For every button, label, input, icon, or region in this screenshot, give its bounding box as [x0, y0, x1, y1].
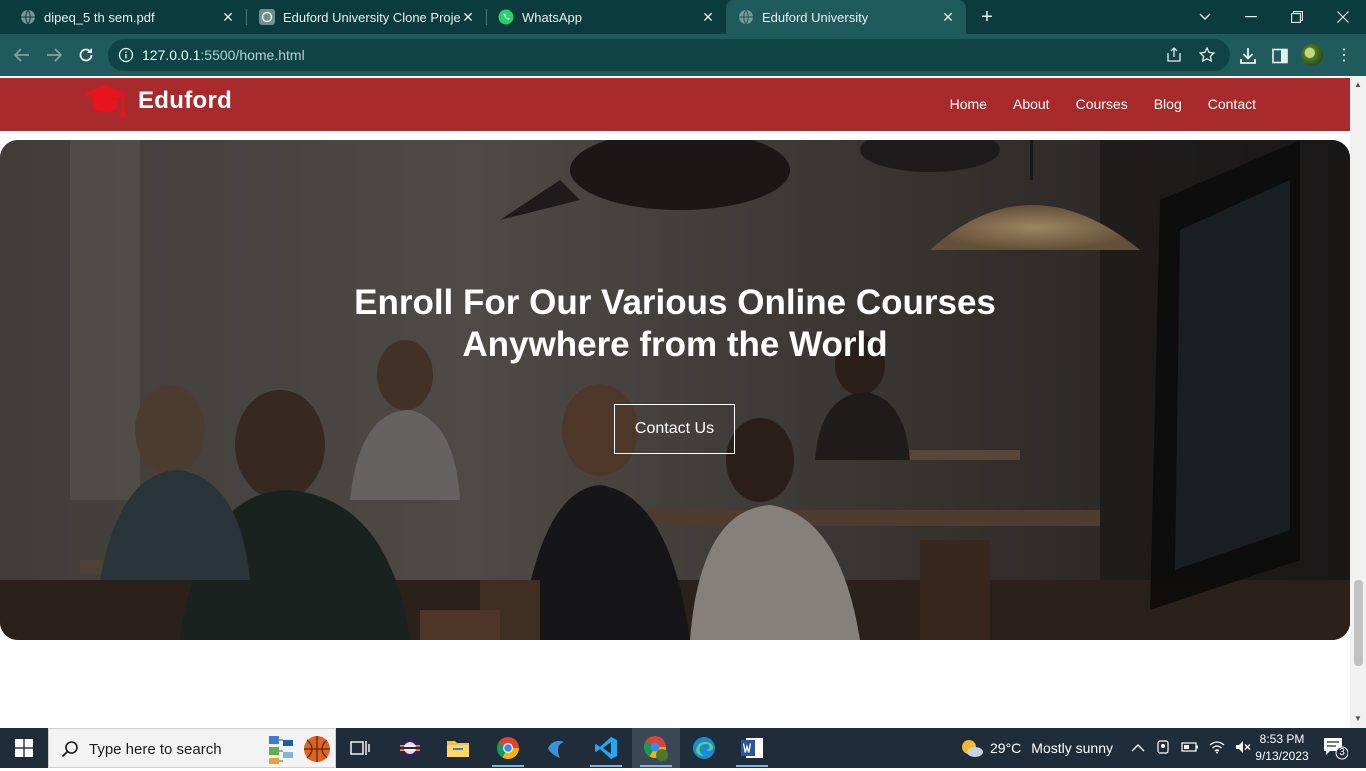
taskbar-search-box[interactable]: Type here to search — [48, 728, 336, 768]
eclipse-app-icon[interactable] — [386, 728, 434, 768]
chrome-profile-app-icon[interactable] — [632, 728, 680, 768]
site-logo[interactable]: Eduford — [82, 82, 232, 120]
nav-link-home[interactable]: Home — [950, 96, 987, 112]
forward-arrow-icon[interactable] — [42, 43, 66, 67]
new-tab-button[interactable]: + — [976, 6, 998, 28]
menu-kebab-icon[interactable]: ⋮ — [1336, 46, 1352, 66]
contact-us-button[interactable]: Contact Us — [614, 404, 735, 454]
tab-title: WhatsApp — [522, 9, 582, 25]
page-scrollbar[interactable]: ▲ ▼ — [1350, 76, 1366, 728]
address-bar[interactable]: 127.0.0.1:5500/home.html — [108, 39, 1230, 71]
weather-widget[interactable]: 29°C Mostly sunny — [960, 728, 1113, 768]
clock-time: 8:53 PM — [1259, 732, 1305, 746]
site-navbar: Eduford Home About Courses Blog Contact — [0, 78, 1350, 131]
side-panel-icon[interactable] — [1270, 46, 1290, 66]
reload-icon[interactable] — [74, 43, 98, 67]
weather-temperature: 29°C — [990, 740, 1022, 756]
chatgpt-icon — [259, 9, 275, 25]
scrollbar-thumb[interactable] — [1354, 580, 1363, 666]
vscode-app-icon[interactable] — [582, 728, 630, 768]
close-icon[interactable]: ✕ — [220, 9, 236, 25]
hero-heading: Enroll For Our Various Online Courses An… — [0, 282, 1350, 366]
tab-search-chevron-icon[interactable] — [1182, 0, 1228, 34]
download-icon[interactable] — [1238, 46, 1258, 66]
battery-icon[interactable] — [1181, 740, 1199, 757]
blue-arrow-app-icon[interactable] — [532, 728, 580, 768]
tab-eduford-clone[interactable]: Eduford University Clone Project ✕ — [246, 0, 487, 34]
globe-icon — [20, 9, 36, 25]
hero-heading-line-1: Enroll For Our Various Online Courses — [354, 283, 996, 322]
profile-avatar[interactable] — [1301, 44, 1323, 66]
restore-button[interactable] — [1274, 0, 1320, 34]
close-window-button[interactable] — [1320, 0, 1366, 34]
search-placeholder: Type here to search — [89, 741, 222, 758]
site-nav: Home About Courses Blog Contact — [924, 96, 1256, 112]
tab-title: dipeq_5 th sem.pdf — [44, 9, 155, 25]
browser-tab-strip: dipeq_5 th sem.pdf ✕ Eduford University … — [0, 0, 1366, 34]
minimize-button[interactable] — [1228, 0, 1274, 34]
system-tray — [1131, 728, 1251, 768]
chevron-up-icon[interactable] — [1131, 740, 1145, 756]
nav-link-contact[interactable]: Contact — [1208, 96, 1256, 112]
wifi-icon[interactable] — [1209, 740, 1225, 757]
task-view-icon[interactable] — [336, 728, 384, 768]
file-explorer-icon[interactable] — [434, 728, 482, 768]
notification-center-icon[interactable]: 3 — [1322, 736, 1349, 760]
share-icon[interactable] — [1166, 47, 1182, 63]
url-text: 127.0.0.1:5500/home.html — [142, 47, 305, 63]
bookmark-star-icon[interactable] — [1198, 46, 1216, 63]
tab-dipeq-pdf[interactable]: dipeq_5 th sem.pdf ✕ — [0, 0, 247, 34]
clock-date: 9/13/2023 — [1255, 749, 1309, 763]
browser-toolbar: 127.0.0.1:5500/home.html ⋮ — [0, 34, 1366, 76]
windows-taskbar: Type here to search 29°C Mostly sunny 8:… — [0, 728, 1366, 768]
word-app-icon[interactable] — [728, 728, 776, 768]
back-arrow-icon[interactable] — [10, 43, 34, 67]
meet-now-icon[interactable] — [1155, 739, 1171, 758]
windows-logo-icon — [15, 739, 33, 757]
scroll-up-arrow-icon[interactable]: ▲ — [1350, 78, 1366, 92]
tab-title: Eduford University — [762, 9, 869, 25]
search-icon — [61, 740, 79, 758]
hero-dark-overlay — [0, 140, 1350, 640]
close-icon[interactable]: ✕ — [940, 9, 956, 25]
notification-count: 3 — [1339, 747, 1345, 758]
nav-link-about[interactable]: About — [1013, 96, 1050, 112]
search-highlight-icon — [267, 732, 331, 766]
scroll-down-arrow-icon[interactable]: ▼ — [1350, 712, 1366, 726]
chrome-app-icon[interactable] — [484, 728, 532, 768]
partly-sunny-icon — [962, 740, 983, 757]
windows-start-button[interactable] — [0, 728, 48, 768]
close-icon[interactable]: ✕ — [460, 9, 476, 25]
taskbar-clock[interactable]: 8:53 PM 9/13/2023 — [1247, 731, 1317, 765]
close-icon[interactable]: ✕ — [700, 9, 716, 25]
hero-banner: Enroll For Our Various Online Courses An… — [0, 140, 1350, 640]
nav-link-blog[interactable]: Blog — [1154, 96, 1182, 112]
page-viewport: Eduford Home About Courses Blog Contact — [0, 76, 1366, 728]
weather-condition: Mostly sunny — [1031, 740, 1113, 756]
brand-name: Eduford — [138, 87, 233, 114]
edge-app-icon[interactable] — [680, 728, 728, 768]
whatsapp-icon — [498, 9, 514, 25]
tab-eduford-university[interactable]: Eduford University ✕ — [726, 0, 966, 34]
tab-whatsapp[interactable]: WhatsApp ✕ — [486, 0, 726, 34]
nav-link-courses[interactable]: Courses — [1076, 96, 1128, 112]
tab-title: Eduford University Clone Project — [283, 9, 460, 25]
globe-icon — [738, 9, 754, 25]
graduation-cap-icon — [82, 82, 128, 120]
site-info-icon[interactable] — [118, 47, 134, 63]
hero-heading-line-2: Anywhere from the World — [462, 325, 888, 364]
